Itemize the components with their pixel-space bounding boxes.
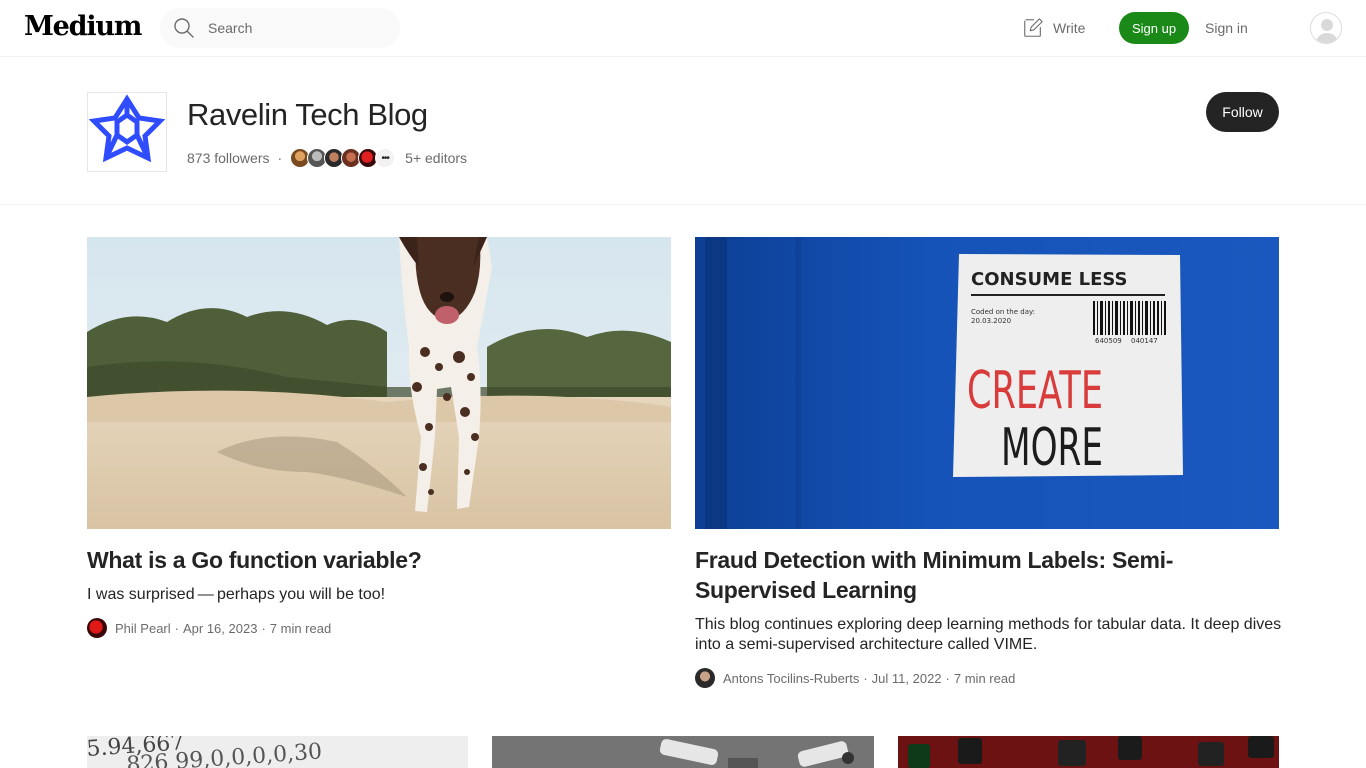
post-image-numbers[interactable]: 5.94,667 826 99,0,0,0,0,30 [87, 736, 468, 768]
byline-separator: · [945, 670, 950, 686]
author-avatar[interactable] [695, 668, 715, 688]
post-date: Jul 11, 2022 [871, 670, 942, 686]
post-subtitle[interactable]: This blog continues exploring deep learn… [695, 615, 1285, 655]
read-time: 7 min read [269, 620, 332, 636]
follow-button[interactable]: Follow [1206, 92, 1279, 132]
post-image-cameras[interactable] [492, 736, 874, 768]
poster-more-text: MORE [1001, 418, 1103, 478]
publication-title[interactable]: Ravelin Tech Blog [187, 97, 428, 133]
user-avatar[interactable] [1310, 12, 1342, 44]
default-avatar-icon [1315, 19, 1339, 43]
post-date: Apr 16, 2023 [182, 620, 258, 636]
author-name[interactable]: Antons Tocilins-Ruberts [723, 671, 859, 686]
post-subtitle[interactable]: I was surprised — perhaps you will be to… [87, 585, 671, 605]
search-icon [174, 18, 194, 38]
more-editors-icon: ••• [375, 148, 396, 168]
post-title[interactable]: What is a Go function variable? [87, 545, 671, 575]
poster-coded-label: Coded on the day: [971, 308, 1035, 316]
followers-count[interactable]: 873 followers [187, 150, 270, 166]
post-image-poster[interactable]: CONSUME LESS Coded on the day: 20.03.202… [695, 237, 1279, 529]
keyboard-photo [898, 736, 1279, 768]
consume-less-poster-photo: CONSUME LESS Coded on the day: 20.03.202… [695, 237, 1279, 529]
publication-meta: 873 followers · ••• 5+ editors [187, 147, 467, 169]
byline-separator: · [863, 670, 868, 686]
barcode-number-b: 040147 [1131, 337, 1158, 345]
byline-separator: · [174, 620, 179, 636]
medium-logo[interactable]: Medium [24, 11, 142, 42]
barcode-number-a: 640509 [1095, 337, 1122, 345]
post-image-keyboard[interactable] [898, 736, 1279, 768]
top-navbar: Medium Write Sign up Sign in [0, 0, 1366, 57]
cctv-cameras-photo [492, 736, 874, 768]
editors-count[interactable]: 5+ editors [405, 150, 467, 166]
search-box[interactable] [160, 8, 400, 48]
publication-logo[interactable] [87, 92, 167, 172]
author-avatar[interactable] [87, 618, 107, 638]
byline-separator: · [261, 620, 266, 636]
post-image-dog[interactable] [87, 237, 671, 529]
post-byline: Phil Pearl · Apr 16, 2023 · 7 min read [87, 618, 331, 638]
ravelin-star-logo [88, 94, 166, 163]
post-byline: Antons Tocilins-Ruberts · Jul 11, 2022 ·… [695, 668, 1015, 688]
poster-heading: CONSUME LESS [971, 269, 1128, 290]
editors-avatars[interactable]: ••• [290, 148, 396, 168]
publication-header: Ravelin Tech Blog 873 followers · ••• 5+… [0, 57, 1366, 205]
search-input[interactable] [208, 20, 388, 36]
write-label: Write [1053, 20, 1086, 36]
write-button[interactable]: Write [1022, 17, 1085, 39]
read-time: 7 min read [953, 670, 1016, 686]
post-title[interactable]: Fraud Detection with Minimum Labels: Sem… [695, 545, 1285, 605]
meta-separator: · [277, 150, 283, 166]
sign-up-button[interactable]: Sign up [1119, 12, 1189, 44]
write-icon [1024, 18, 1043, 37]
dog-photo [87, 237, 671, 529]
author-name[interactable]: Phil Pearl [115, 621, 171, 636]
sign-in-link[interactable]: Sign in [1205, 20, 1248, 36]
numbers-photo: 5.94,667 826 99,0,0,0,0,30 [87, 736, 468, 768]
poster-coded-date: 20.03.2020 [971, 317, 1011, 325]
poster-create-text: CREATE [967, 361, 1103, 421]
